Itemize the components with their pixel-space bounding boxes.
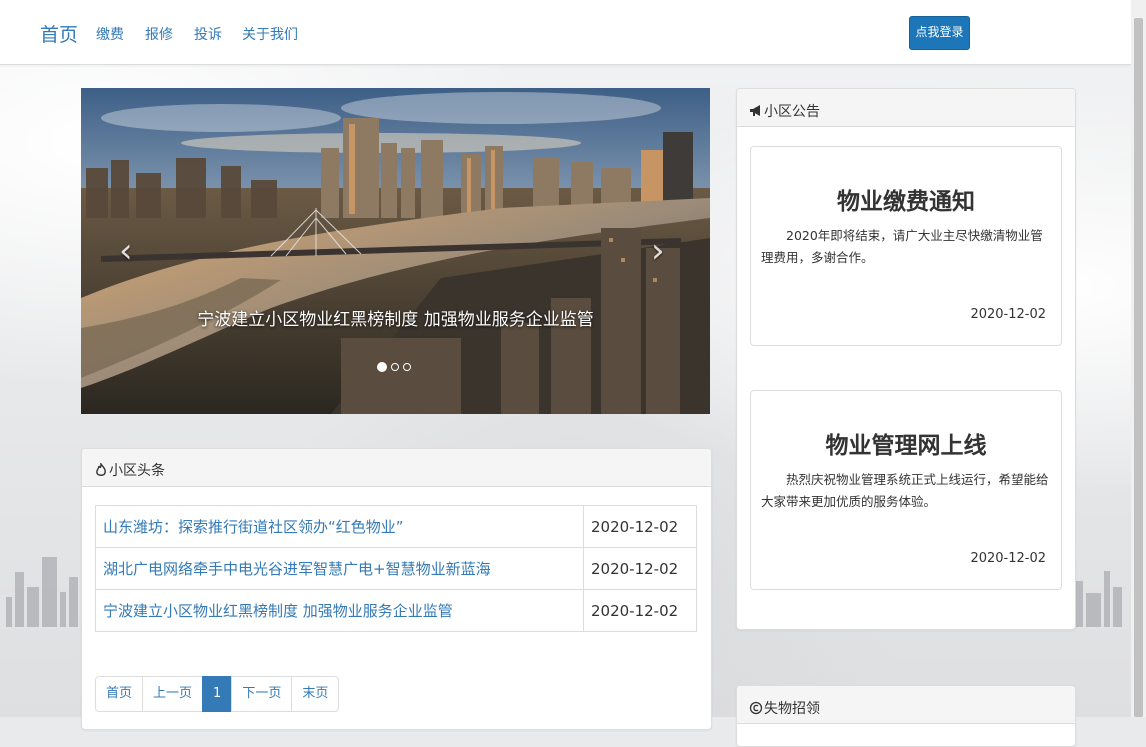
- announcement-card[interactable]: 物业管理网上线 热烈庆祝物业管理系统正式上线运行，希望能给大家带来更加优质的服务…: [750, 390, 1062, 590]
- skyline-building: [27, 587, 39, 627]
- news-title-link[interactable]: 山东潍坊：探索推行街道社区领办“红色物业”: [103, 518, 404, 536]
- fire-icon: [96, 463, 106, 476]
- lost-found-heading-text: 失物招领: [764, 701, 820, 717]
- skyline-building: [69, 577, 78, 627]
- announcement-title: 物业管理网上线: [825, 433, 987, 459]
- skyline-building: [42, 557, 57, 627]
- table-row: 宁波建立小区物业红黑榜制度 加强物业服务企业监管 2020-12-02: [95, 589, 697, 632]
- login-button[interactable]: 点我登录: [909, 16, 970, 50]
- nav-link-complaint[interactable]: 投诉: [194, 24, 222, 44]
- megaphone-icon: [750, 105, 760, 116]
- skyline-building: [1086, 593, 1101, 627]
- page-current-button[interactable]: 1: [202, 676, 233, 712]
- skyline-building: [1104, 571, 1110, 627]
- lost-found-panel-heading: 失物招领: [737, 686, 1075, 724]
- skyline-building: [15, 572, 24, 627]
- news-title-link[interactable]: 宁波建立小区物业红黑榜制度 加强物业服务企业监管: [103, 602, 453, 620]
- nav-link-about[interactable]: 关于我们: [242, 24, 298, 44]
- scrollbar-thumb[interactable]: [1134, 18, 1143, 717]
- carousel-indicator-1[interactable]: [377, 362, 387, 372]
- news-title-link[interactable]: 湖北广电网络牵手中电光谷进军智慧广电+智慧物业新蓝海: [103, 560, 491, 578]
- news-date: 2020-12-02: [583, 589, 697, 632]
- carousel-indicators: [377, 362, 411, 372]
- page-next-button[interactable]: 下一页: [231, 676, 293, 712]
- carousel-prev-control[interactable]: ‹: [119, 234, 133, 268]
- news-table: 山东潍坊：探索推行街道社区领办“红色物业” 2020-12-02 湖北广电网络牵…: [95, 505, 697, 632]
- news-panel: 小区头条 山东潍坊：探索推行街道社区领办“红色物业” 2020-12-02 湖北…: [81, 448, 712, 730]
- announcement-title: 物业缴费通知: [837, 189, 975, 215]
- image-carousel: ‹ › 宁波建立小区物业红黑榜制度 加强物业服务企业监管: [81, 88, 710, 414]
- top-navbar: 首页 缴费 报修 投诉 关于我们 点我登录: [0, 0, 1131, 65]
- pagination: 首页 上一页 1 下一页 末页: [95, 676, 340, 712]
- announcement-date: 2020-12-02: [970, 551, 1046, 566]
- news-panel-heading: 小区头条: [82, 449, 711, 487]
- announcement-heading-text: 小区公告: [764, 104, 820, 120]
- page-last-button[interactable]: 末页: [291, 676, 340, 712]
- nav-link-repair[interactable]: 报修: [145, 24, 173, 44]
- nav-link-payment[interactable]: 缴费: [96, 24, 124, 44]
- vertical-scrollbar[interactable]: [1131, 0, 1146, 717]
- announcement-panel: 小区公告 物业缴费通知 2020年即将结束，请广大业主尽快缴清物业管理费用，多谢…: [736, 88, 1076, 630]
- nav-home-link[interactable]: 首页: [40, 20, 78, 47]
- skyline-building: [6, 597, 12, 627]
- table-row: 湖北广电网络牵手中电光谷进军智慧广电+智慧物业新蓝海 2020-12-02: [95, 547, 697, 590]
- carousel-caption: 宁波建立小区物业红黑榜制度 加强物业服务企业监管: [197, 310, 594, 330]
- skyline-building: [1113, 587, 1122, 627]
- carousel-next-control[interactable]: ›: [651, 234, 665, 268]
- lost-found-panel: 失物招领: [736, 685, 1076, 747]
- announcement-card[interactable]: 物业缴费通知 2020年即将结束，请广大业主尽快缴清物业管理费用，多谢合作。 2…: [750, 146, 1062, 346]
- page-prev-button[interactable]: 上一页: [142, 676, 204, 712]
- news-date: 2020-12-02: [583, 547, 697, 590]
- table-row: 山东潍坊：探索推行街道社区领办“红色物业” 2020-12-02: [95, 505, 697, 548]
- announcement-body: 热烈庆祝物业管理系统正式上线运行，希望能给大家带来更加优质的服务体验。: [761, 472, 1049, 509]
- news-date: 2020-12-02: [583, 505, 697, 548]
- carousel-indicator-3[interactable]: [403, 363, 411, 371]
- news-heading-text: 小区头条: [109, 463, 165, 479]
- skyline-building: [60, 592, 66, 627]
- announcement-date: 2020-12-02: [970, 307, 1046, 322]
- announcement-panel-heading: 小区公告: [737, 89, 1075, 127]
- carousel-indicator-2[interactable]: [391, 363, 399, 371]
- announcement-body: 2020年即将结束，请广大业主尽快缴清物业管理费用，多谢合作。: [761, 228, 1043, 265]
- copyright-icon: [749, 701, 763, 715]
- page-first-button[interactable]: 首页: [95, 676, 144, 712]
